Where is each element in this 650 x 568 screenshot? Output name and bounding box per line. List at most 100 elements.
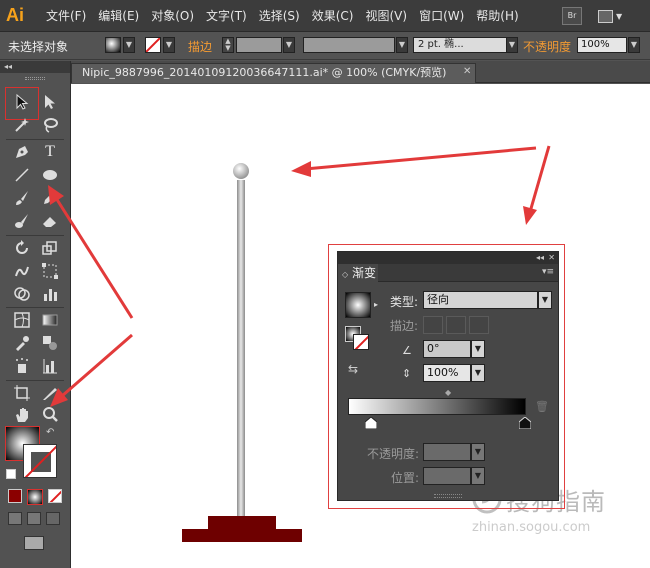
stroke-weight-spinner[interactable]: ▲ ▼ — [222, 37, 234, 53]
paintbrush-tool-icon[interactable] — [10, 187, 34, 209]
rotate-tool-icon[interactable] — [10, 237, 34, 259]
angle-field[interactable]: 0° — [423, 340, 471, 358]
menu-view[interactable]: 视图(V) — [359, 0, 413, 32]
stroke-label[interactable]: 描边 — [188, 38, 212, 55]
trash-icon[interactable]: 🗑 — [535, 400, 549, 413]
selection-tool-icon[interactable] — [10, 91, 34, 113]
warp-tool-icon[interactable] — [10, 260, 34, 282]
panel-menu-icon[interactable]: ▾≡ — [542, 267, 554, 277]
base-top[interactable] — [208, 516, 276, 529]
fill-swatch[interactable] — [105, 37, 121, 53]
menu-type[interactable]: 文字(T) — [200, 0, 253, 32]
screen-mode-icon[interactable] — [24, 536, 44, 550]
none-mode-button[interactable] — [48, 489, 62, 503]
panel-resize-grip[interactable] — [434, 494, 462, 498]
draw-normal-icon[interactable] — [8, 512, 22, 525]
gradient-slider[interactable] — [348, 398, 526, 415]
stroke-mini-swatch[interactable] — [353, 334, 369, 350]
midpoint-diamond-icon[interactable]: ◆ — [445, 388, 451, 397]
ellipse-tool-icon[interactable] — [38, 164, 62, 186]
gradient-preview[interactable] — [345, 292, 371, 318]
color-stop-black[interactable] — [519, 417, 531, 429]
slice-tool-icon[interactable] — [38, 382, 62, 404]
draw-inside-icon[interactable] — [46, 512, 60, 525]
eyedropper-tool-icon[interactable] — [10, 332, 34, 354]
aspect-ratio-field[interactable]: 100% — [423, 364, 471, 382]
preview-dropdown-icon[interactable]: ▸ — [374, 300, 378, 309]
pen-tool-icon[interactable] — [10, 141, 34, 163]
menu-window[interactable]: 窗口(W) — [413, 0, 470, 32]
chevron-down-icon[interactable]: ▼ — [538, 291, 552, 309]
brush-definition-field[interactable]: 2 pt. 椭... — [413, 37, 513, 53]
stroke-weight-field[interactable] — [236, 37, 282, 53]
bridge-button[interactable]: Br — [562, 7, 582, 25]
variable-width-field[interactable] — [303, 37, 395, 53]
workspace-switcher[interactable]: ▼ — [598, 8, 630, 24]
opacity-field[interactable] — [423, 443, 471, 461]
symbol-sprayer-tool-icon[interactable] — [10, 355, 34, 377]
stroke-color-swatch[interactable] — [23, 444, 57, 478]
graph-tool-icon[interactable] — [38, 283, 62, 305]
menu-edit[interactable]: 编辑(E) — [92, 0, 145, 32]
chevron-down-icon[interactable]: ▼ — [471, 467, 485, 485]
toolbox-collapse-icon[interactable]: ◂◂ — [0, 61, 70, 73]
stroke-swatch[interactable] — [145, 37, 161, 53]
direct-selection-tool-icon[interactable] — [38, 91, 62, 113]
stroke-across-button[interactable] — [469, 316, 489, 334]
pencil-tool-icon[interactable] — [38, 187, 62, 209]
base-bottom[interactable] — [182, 529, 302, 542]
stroke-within-button[interactable] — [423, 316, 443, 334]
free-transform-tool-icon[interactable] — [38, 260, 62, 282]
hand-tool-icon[interactable] — [10, 404, 34, 426]
variable-width-dropdown[interactable]: ▼ — [396, 37, 408, 53]
chevron-down-icon[interactable]: ▼ — [471, 364, 485, 382]
stroke-along-button[interactable] — [446, 316, 466, 334]
reverse-gradient-icon[interactable]: ⇆ — [348, 362, 358, 376]
pole-ball[interactable] — [233, 163, 249, 179]
scale-tool-icon[interactable] — [38, 237, 62, 259]
opacity-dropdown[interactable]: ▼ — [628, 37, 640, 53]
menu-object[interactable]: 对象(O) — [145, 0, 200, 32]
menu-help[interactable]: 帮助(H) — [470, 0, 524, 32]
chevron-down-icon[interactable]: ▼ — [471, 443, 485, 461]
gradient-tool-icon[interactable] — [38, 309, 62, 331]
color-mode-button[interactable] — [8, 489, 22, 503]
tab-gradient[interactable]: ◇ 渐变 — [338, 264, 378, 282]
lasso-tool-icon[interactable] — [38, 114, 62, 136]
brush-dropdown[interactable]: ▼ — [506, 37, 518, 53]
column-graph-tool-icon[interactable] — [38, 355, 62, 377]
color-stop-white[interactable] — [365, 417, 377, 429]
toolbox-grip[interactable] — [0, 73, 70, 83]
eraser-tool-icon[interactable] — [38, 210, 62, 232]
shape-builder-tool-icon[interactable] — [10, 283, 34, 305]
artboard-tool-icon[interactable] — [10, 382, 34, 404]
gradient-mode-button[interactable] — [27, 489, 43, 505]
stroke-weight-dropdown[interactable]: ▼ — [283, 37, 295, 53]
blend-tool-icon[interactable] — [38, 332, 62, 354]
opacity-field[interactable]: 100% — [577, 37, 627, 53]
fill-dropdown[interactable]: ▼ — [123, 37, 135, 53]
magic-wand-tool-icon[interactable] — [10, 114, 34, 136]
draw-behind-icon[interactable] — [27, 512, 41, 525]
blob-brush-tool-icon[interactable] — [10, 210, 34, 232]
document-tab[interactable]: Nipic_9887996_20140109120036647111.ai* @… — [71, 63, 476, 83]
menu-select[interactable]: 选择(S) — [253, 0, 306, 32]
zoom-tool-icon[interactable] — [38, 404, 62, 426]
collapse-icon[interactable]: ◂◂ — [536, 252, 544, 264]
menu-effect[interactable]: 效果(C) — [306, 0, 360, 32]
mesh-tool-icon[interactable] — [10, 309, 34, 331]
pole-shaft[interactable] — [237, 180, 245, 520]
line-tool-icon[interactable] — [10, 164, 34, 186]
chevron-down-icon[interactable]: ▼ — [471, 340, 485, 358]
close-icon[interactable]: ✕ — [463, 66, 471, 77]
type-select[interactable]: 径向 — [423, 291, 538, 309]
panel-title-bar[interactable]: ◂◂ ✕ — [338, 252, 558, 264]
location-field[interactable] — [423, 467, 471, 485]
stroke-dropdown[interactable]: ▼ — [163, 37, 175, 53]
close-icon[interactable]: ✕ — [548, 252, 555, 264]
default-colors-icon[interactable] — [6, 469, 16, 479]
menu-file[interactable]: 文件(F) — [40, 0, 92, 32]
type-tool-icon[interactable]: T — [38, 141, 62, 163]
swap-colors-icon[interactable]: ↶ — [46, 427, 54, 438]
opacity-label[interactable]: 不透明度 — [523, 38, 571, 55]
